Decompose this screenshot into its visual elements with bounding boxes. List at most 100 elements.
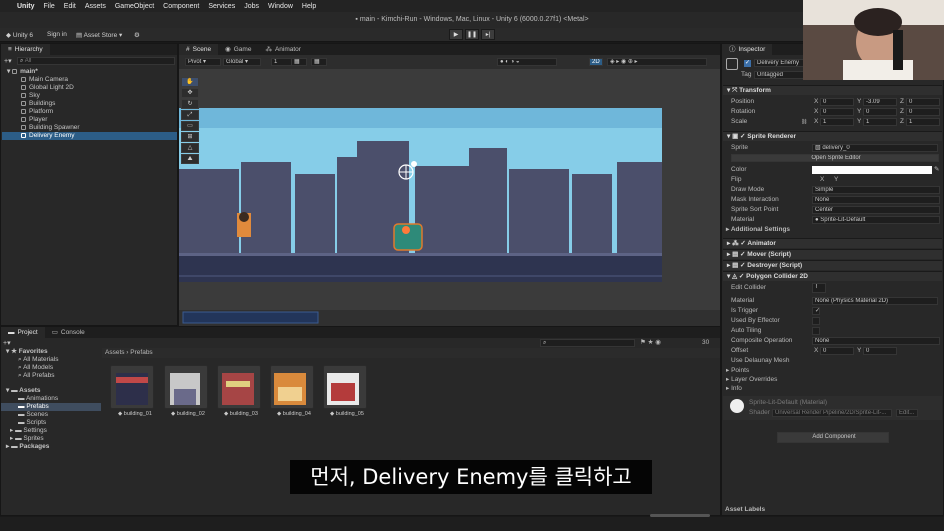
- mask-interaction-dropdown[interactable]: None: [812, 196, 940, 204]
- scale-z[interactable]: 1: [906, 118, 940, 126]
- transform-header[interactable]: ▾ ⤧ Transform: [723, 85, 942, 95]
- menu-component[interactable]: Component: [163, 3, 199, 10]
- rotation-z[interactable]: 0: [906, 108, 940, 116]
- folder-item[interactable]: ▬ Scripts: [18, 419, 46, 427]
- menu-file[interactable]: File: [44, 3, 55, 10]
- asset-labels-label[interactable]: Asset Labels: [725, 506, 765, 514]
- eyedropper-icon[interactable]: ✎: [934, 166, 939, 174]
- offset-y[interactable]: 0: [863, 347, 897, 355]
- play-button[interactable]: ▶: [449, 29, 463, 40]
- player-sprite[interactable]: [237, 212, 251, 237]
- packages-foldout[interactable]: ▸ ▬ Packages: [6, 443, 49, 451]
- hierarchy-item[interactable]: Global Light 2D: [21, 84, 74, 92]
- shader-dropdown[interactable]: Universal Render Pipeline/2D/Sprite-Lit-…: [772, 409, 892, 417]
- step-button[interactable]: ▸|: [481, 29, 495, 40]
- add-component-button[interactable]: Add Component: [777, 432, 889, 443]
- cloud-icon[interactable]: ⚙: [134, 31, 140, 39]
- sprite-field[interactable]: ▧ delivery_0: [812, 144, 938, 152]
- points-foldout[interactable]: ▸ Points: [726, 367, 749, 375]
- favorite-item[interactable]: ⌕ All Models: [18, 364, 53, 372]
- used-by-effector-checkbox[interactable]: [812, 317, 820, 325]
- create-add-icon[interactable]: +▾: [3, 339, 11, 347]
- position-x[interactable]: 0: [820, 98, 854, 106]
- collider-material-field[interactable]: None (Physics Material 2D): [812, 297, 938, 305]
- menu-services[interactable]: Services: [208, 3, 235, 10]
- scale-x[interactable]: 1: [820, 118, 854, 126]
- scene-root[interactable]: ▾ main*: [7, 68, 38, 76]
- mode-2d-toggle[interactable]: 2D: [589, 58, 603, 66]
- asset-store-button[interactable]: ▤ Asset Store ▾: [76, 31, 122, 39]
- project-filter-icons[interactable]: ⚑ ★ ◉: [640, 339, 661, 347]
- tab-project[interactable]: ▬ Project: [1, 327, 45, 338]
- folder-item[interactable]: ▸ ▬ Settings: [10, 427, 47, 435]
- grid-size-field[interactable]: 1: [271, 58, 293, 66]
- auto-tiling-checkbox[interactable]: [812, 327, 820, 335]
- draw-mode-buttons[interactable]: ● ◐ ◑ ◒: [497, 58, 557, 66]
- position-z[interactable]: 0: [906, 98, 940, 106]
- active-checkbox[interactable]: ✓: [744, 60, 751, 67]
- move-tool[interactable]: ✥: [181, 88, 199, 98]
- is-trigger-checkbox[interactable]: ✓: [812, 307, 820, 315]
- tab-console[interactable]: ▭ Console: [45, 327, 92, 338]
- mover-script-header[interactable]: ▸ ▤ ✓ Mover (Script): [723, 249, 942, 259]
- draw-mode-dropdown[interactable]: Simple: [812, 186, 940, 194]
- hierarchy-item[interactable]: Player: [21, 116, 47, 124]
- folder-item-selected[interactable]: ▬ Prefabs: [1, 403, 101, 411]
- scale-tool[interactable]: ⤢: [181, 110, 199, 120]
- open-sprite-editor-button[interactable]: Open Sprite Editor: [731, 154, 939, 162]
- layer-overrides-foldout[interactable]: ▸ Layer Overrides: [726, 376, 777, 384]
- delivery-enemy-sprite[interactable]: [393, 223, 423, 251]
- account-button[interactable]: ◆ Unity 6: [6, 31, 33, 39]
- assets-foldout[interactable]: ▾ ▬ Assets: [6, 387, 40, 395]
- rect-tool[interactable]: ▭: [181, 121, 199, 131]
- additional-settings-foldout[interactable]: ▸ Additional Settings: [726, 226, 790, 234]
- app-menu[interactable]: Unity: [17, 3, 35, 10]
- object-name-field[interactable]: Delivery Enemy: [754, 59, 806, 67]
- color-swatch[interactable]: [812, 166, 932, 174]
- pause-button[interactable]: ❚❚: [465, 29, 479, 40]
- custom-tool[interactable]: △: [181, 143, 199, 153]
- scene-view-options[interactable]: ◈ ▸ ◉ ⊕ ▸: [607, 58, 707, 66]
- rotation-x[interactable]: 0: [820, 108, 854, 116]
- menu-gameobject[interactable]: GameObject: [115, 3, 154, 10]
- composite-dropdown[interactable]: None: [812, 337, 940, 345]
- position-y[interactable]: -3.09: [863, 98, 897, 106]
- folder-item[interactable]: ▬ Scenes: [18, 411, 48, 419]
- scale-y[interactable]: 1: [863, 118, 897, 126]
- favorites-foldout[interactable]: ▾ ★ Favorites: [6, 348, 48, 356]
- global-dropdown[interactable]: Global ▾: [223, 58, 261, 66]
- hierarchy-item[interactable]: Building Spawner: [21, 124, 80, 132]
- tab-inspector[interactable]: ⓘ Inspector: [722, 44, 773, 55]
- hierarchy-item-selected[interactable]: Delivery Enemy: [2, 132, 177, 140]
- pivot-dropdown[interactable]: Pivot ▾: [185, 58, 221, 66]
- grid-toggle[interactable]: ▦: [311, 58, 327, 66]
- prefab-label[interactable]: ◆ building_03: [224, 411, 258, 417]
- scene-canvas[interactable]: [179, 69, 720, 326]
- editor-tool[interactable]: ⛰: [181, 154, 199, 164]
- favorite-item[interactable]: ⌕ All Prefabs: [18, 372, 55, 380]
- prefab-label[interactable]: ◆ building_05: [330, 411, 364, 417]
- add-icon[interactable]: +▾: [4, 57, 14, 65]
- menu-help[interactable]: Help: [302, 3, 316, 10]
- hierarchy-item[interactable]: Platform: [21, 108, 53, 116]
- animator-header[interactable]: ▸ ⁂ ✓ Animator: [723, 238, 942, 248]
- rotation-y[interactable]: 0: [863, 108, 897, 116]
- transform-tool[interactable]: ⊞: [181, 132, 199, 142]
- destroyer-script-header[interactable]: ▸ ▤ ✓ Destroyer (Script): [723, 260, 942, 270]
- breadcrumb-text[interactable]: Assets › Prefabs: [105, 349, 153, 357]
- hierarchy-item[interactable]: Main Camera: [21, 76, 68, 84]
- flip-y-checkbox[interactable]: Y: [834, 176, 838, 184]
- signin-button[interactable]: Sign in: [47, 31, 67, 38]
- polygon-collider-header[interactable]: ▾ ◬ ✓ Polygon Collider 2D: [723, 271, 942, 281]
- folder-item[interactable]: ▬ Animations: [18, 395, 58, 403]
- offset-x[interactable]: 0: [820, 347, 854, 355]
- menu-window[interactable]: Window: [268, 3, 293, 10]
- tag-dropdown[interactable]: Untagged: [754, 71, 804, 79]
- menu-edit[interactable]: Edit: [64, 3, 76, 10]
- hand-tool[interactable]: ✋: [181, 77, 199, 87]
- favorite-item[interactable]: ⌕ All Materials: [18, 356, 59, 364]
- edit-collider-button[interactable]: ⌇: [812, 283, 826, 293]
- project-search-input[interactable]: ⌕: [540, 339, 635, 347]
- sort-point-dropdown[interactable]: Center: [812, 206, 940, 214]
- shader-edit-button[interactable]: Edit...: [896, 409, 918, 417]
